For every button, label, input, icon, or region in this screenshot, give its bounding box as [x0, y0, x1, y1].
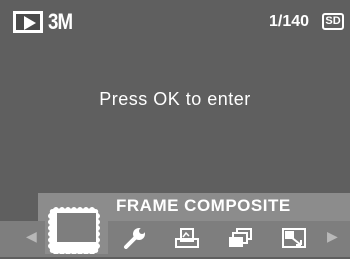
play-icon [13, 11, 43, 33]
resize-icon[interactable] [281, 227, 307, 249]
scroll-right-arrow[interactable]: ▶ [327, 228, 338, 245]
sd-card-icon: SD [322, 13, 344, 30]
frame-composite-menu-item[interactable] [45, 199, 108, 255]
frame-icon [45, 199, 108, 255]
print-icon[interactable] [174, 227, 200, 249]
selected-menu-label: FRAME COMPOSITE [116, 196, 291, 215]
stack-icon[interactable] [227, 227, 253, 249]
camera-playback-screen: 3M 1/140 SD Press OK to enter FRAME COMP… [0, 0, 350, 257]
scroll-left-arrow[interactable]: ◀ [26, 228, 37, 245]
press-ok-message: Press OK to enter [99, 89, 251, 109]
frame-counter: 1/140 [269, 13, 310, 30]
image-size-label: 3M [48, 9, 73, 34]
wrench-icon[interactable] [122, 227, 148, 249]
